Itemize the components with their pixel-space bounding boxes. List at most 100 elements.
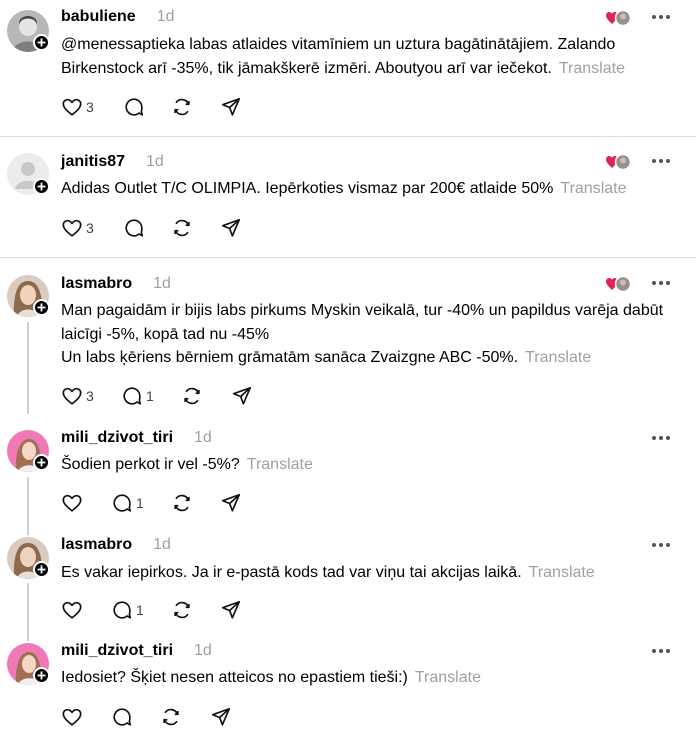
reply-icon bbox=[125, 98, 144, 116]
repost-icon bbox=[174, 219, 190, 237]
post-header: janitis87 1d bbox=[61, 151, 164, 173]
reply-icon bbox=[113, 708, 132, 726]
post-text: @menessaptieka labas atlaides vitamīniem… bbox=[61, 33, 681, 80]
timestamp[interactable]: 1d bbox=[194, 642, 212, 660]
more-options-icon[interactable] bbox=[652, 542, 670, 548]
send-icon bbox=[232, 386, 252, 405]
repost-icon bbox=[163, 708, 179, 726]
repost-icon bbox=[174, 601, 190, 619]
timestamp[interactable]: 1d bbox=[157, 8, 175, 26]
share-button[interactable] bbox=[220, 598, 242, 622]
username[interactable]: lasmabro bbox=[61, 275, 132, 293]
follow-plus-icon[interactable] bbox=[33, 34, 50, 51]
username[interactable]: mili_dzivot_tiri bbox=[61, 642, 173, 660]
post-text: Es vakar iepirkos. Ja ir e-pastā kods ta… bbox=[61, 561, 681, 585]
username[interactable]: mili_dzivot_tiri bbox=[61, 429, 173, 447]
heart-icon bbox=[62, 98, 82, 116]
more-options-icon[interactable] bbox=[652, 648, 670, 654]
post-text: Iedosiet? Šķiet nesen atteicos no epasti… bbox=[61, 666, 681, 690]
follow-plus-icon[interactable] bbox=[33, 178, 50, 195]
repost-icon bbox=[184, 387, 200, 405]
send-icon bbox=[211, 707, 231, 726]
username[interactable]: lasmabro bbox=[61, 536, 132, 554]
repost-button[interactable] bbox=[171, 216, 193, 240]
translate-link[interactable]: Translate bbox=[560, 180, 626, 197]
post-header: lasmabro 1d bbox=[61, 534, 171, 556]
reply-icon bbox=[125, 219, 144, 237]
share-button[interactable] bbox=[220, 216, 242, 240]
translate-link[interactable]: Translate bbox=[247, 456, 313, 473]
reply-icon bbox=[123, 387, 142, 405]
reply-button[interactable]: 1 bbox=[121, 384, 154, 408]
repost-icon bbox=[174, 98, 190, 116]
author-liked-badge bbox=[606, 9, 632, 27]
translate-link[interactable]: Translate bbox=[529, 564, 595, 581]
reply-button[interactable] bbox=[123, 216, 145, 240]
post-header: lasmabro 1d bbox=[61, 273, 171, 295]
repost-button[interactable] bbox=[171, 491, 193, 515]
reply-count: 1 bbox=[136, 602, 144, 618]
like-button[interactable]: 3 bbox=[61, 216, 94, 240]
thread-line bbox=[27, 477, 29, 535]
share-button[interactable] bbox=[210, 705, 232, 729]
post-text-line: Šodien perkot ir vel -5%? bbox=[61, 456, 240, 473]
follow-plus-icon[interactable] bbox=[33, 667, 50, 684]
timestamp[interactable]: 1d bbox=[153, 275, 171, 293]
translate-link[interactable]: Translate bbox=[415, 669, 481, 686]
like-button[interactable] bbox=[61, 598, 83, 622]
timestamp[interactable]: 1d bbox=[194, 429, 212, 447]
heart-icon bbox=[62, 708, 82, 726]
post-text-line: @menessaptieka labas atlaides vitamīniem… bbox=[61, 36, 616, 77]
like-button[interactable]: 3 bbox=[61, 384, 94, 408]
share-button[interactable] bbox=[231, 384, 253, 408]
follow-plus-icon[interactable] bbox=[33, 299, 50, 316]
username[interactable]: babuliene bbox=[61, 8, 136, 26]
repost-button[interactable] bbox=[171, 598, 193, 622]
follow-plus-icon[interactable] bbox=[33, 454, 50, 471]
heart-icon bbox=[62, 494, 82, 512]
author-liked-badge bbox=[606, 153, 632, 171]
repost-button[interactable] bbox=[160, 705, 182, 729]
like-count: 3 bbox=[86, 388, 94, 404]
heart-icon bbox=[62, 601, 82, 619]
like-count: 3 bbox=[86, 220, 94, 236]
repost-icon bbox=[174, 494, 190, 512]
post-header: mili_dzivot_tiri 1d bbox=[61, 427, 212, 449]
follow-plus-icon[interactable] bbox=[33, 561, 50, 578]
post-text: Šodien perkot ir vel -5%? Translate bbox=[61, 453, 681, 477]
reply-count: 1 bbox=[146, 388, 154, 404]
like-count: 3 bbox=[86, 99, 94, 115]
share-button[interactable] bbox=[220, 95, 242, 119]
repost-button[interactable] bbox=[171, 95, 193, 119]
like-button[interactable] bbox=[61, 705, 83, 729]
translate-link[interactable]: Translate bbox=[559, 60, 625, 77]
post-text-line: Adidas Outlet T/C OLIMPIA. Iepērkoties v… bbox=[61, 180, 554, 197]
more-options-icon[interactable] bbox=[652, 14, 670, 20]
more-options-icon[interactable] bbox=[652, 435, 670, 441]
username[interactable]: janitis87 bbox=[61, 153, 125, 171]
thread-line bbox=[27, 583, 29, 641]
more-options-icon[interactable] bbox=[652, 280, 670, 286]
reply-button[interactable] bbox=[123, 95, 145, 119]
like-button[interactable]: 3 bbox=[61, 95, 94, 119]
post-text-line: Un labs ķēriens bērniem grāmatām sanāca … bbox=[61, 349, 519, 366]
post-text-line: Es vakar iepirkos. Ja ir e-pastā kods ta… bbox=[61, 564, 522, 581]
repost-button[interactable] bbox=[181, 384, 203, 408]
send-icon bbox=[221, 218, 241, 237]
timestamp[interactable]: 1d bbox=[146, 153, 164, 171]
post-text: Adidas Outlet T/C OLIMPIA. Iepērkoties v… bbox=[61, 177, 681, 201]
like-button[interactable] bbox=[61, 491, 83, 515]
author-liked-badge bbox=[606, 275, 632, 293]
share-button[interactable] bbox=[220, 491, 242, 515]
reply-button[interactable]: 1 bbox=[111, 598, 144, 622]
translate-link[interactable]: Translate bbox=[525, 349, 591, 366]
thread-line bbox=[27, 322, 29, 414]
send-icon bbox=[221, 600, 241, 619]
more-options-icon[interactable] bbox=[652, 158, 670, 164]
send-icon bbox=[221, 97, 241, 116]
post-divider bbox=[0, 136, 696, 137]
reply-button[interactable]: 1 bbox=[111, 491, 144, 515]
timestamp[interactable]: 1d bbox=[153, 536, 171, 554]
post-header: babuliene 1d bbox=[61, 6, 174, 28]
reply-button[interactable] bbox=[111, 705, 133, 729]
